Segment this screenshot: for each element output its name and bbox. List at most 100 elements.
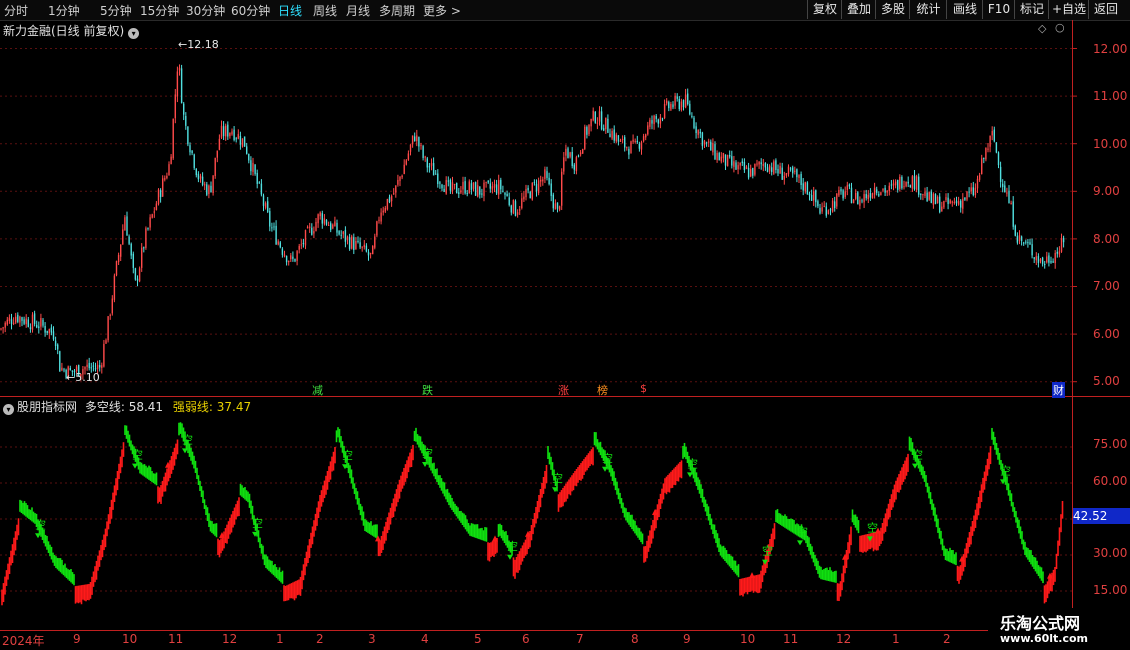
candle-body (884, 187, 886, 193)
candle-body (880, 192, 882, 195)
circle-icon[interactable]: ○ (1055, 21, 1065, 34)
adjust-button[interactable]: 复权 (807, 0, 842, 19)
short-signal-label: 空 (182, 432, 193, 446)
period-15min[interactable]: 15分钟 (140, 2, 179, 19)
down-arrow-icon (252, 531, 258, 537)
candle-body (991, 131, 993, 136)
candle-body (535, 183, 538, 192)
candle-body (766, 167, 769, 173)
period-intraday[interactable]: 分时 (4, 2, 28, 19)
candle-body (466, 193, 468, 195)
chevron-down-icon[interactable]: ▾ (128, 28, 140, 39)
event-marker[interactable]: $ (640, 382, 647, 395)
candle-body (550, 183, 552, 196)
candle-body (943, 200, 945, 208)
candle-body (838, 189, 840, 196)
draw-line-button[interactable]: 画线 (946, 0, 983, 19)
candle-body (680, 101, 683, 110)
candle-body (193, 154, 195, 169)
chevron-down-icon[interactable]: ▾ (3, 404, 14, 415)
candle-body (531, 182, 533, 200)
candle-body (147, 228, 149, 230)
period-60min[interactable]: 60分钟 (231, 2, 270, 19)
candle-body (951, 201, 953, 203)
event-marker[interactable]: 跌 (422, 382, 433, 398)
candle-body (527, 187, 529, 191)
candle-body (243, 136, 246, 147)
candle-body (1050, 260, 1052, 263)
period-multi[interactable]: 多周期 (379, 2, 415, 19)
candle-body (815, 190, 817, 203)
candle-body (689, 103, 691, 115)
period-1min[interactable]: 1分钟 (48, 2, 80, 19)
candle-body (567, 148, 569, 158)
candle-body (590, 118, 592, 127)
candle-body (976, 178, 979, 189)
period-5min[interactable]: 5分钟 (100, 2, 132, 19)
candle-body (821, 207, 823, 212)
period-weekly[interactable]: 周线 (313, 2, 337, 19)
candle-body (52, 331, 55, 340)
period-daily[interactable]: 日线 (278, 2, 302, 19)
candle-body (159, 190, 162, 198)
short-signal-label: 空 (252, 516, 263, 530)
candle-body (269, 211, 271, 227)
short-signal-label: 空 (797, 524, 808, 538)
candle-body (521, 198, 523, 209)
candle-body (760, 162, 762, 165)
candle-body (947, 197, 949, 205)
candle-body (141, 247, 143, 268)
short-signal-label: 空 (552, 471, 563, 485)
candle-body (33, 313, 36, 324)
candle-body (1012, 201, 1014, 227)
statistics-button[interactable]: 统计 (909, 0, 947, 19)
event-marker[interactable]: 财 (1052, 382, 1065, 398)
candle-body (441, 184, 443, 189)
candle-body (972, 187, 974, 196)
mark-button[interactable]: 标记 (1014, 0, 1049, 19)
candle-body (157, 189, 160, 205)
candle-body (254, 164, 256, 174)
price-tick: 6.00 (1093, 327, 1120, 341)
candle-body (1060, 238, 1063, 252)
candle-body (99, 365, 101, 368)
event-marker[interactable]: 减 (312, 382, 323, 398)
candle-body (768, 165, 771, 172)
candle-body (659, 117, 662, 124)
f10-button[interactable]: F10 (982, 0, 1015, 19)
candle-body (117, 254, 120, 263)
period-more[interactable]: 更多 > (423, 2, 461, 19)
candle-body (840, 189, 842, 191)
candle-body (747, 167, 750, 178)
candle-body (353, 237, 355, 250)
period-monthly[interactable]: 月线 (346, 2, 370, 19)
back-button[interactable]: 返回 (1088, 0, 1123, 19)
event-marker[interactable]: 榜 (597, 382, 608, 398)
candle-body (716, 152, 718, 160)
diamond-icon[interactable]: ◇ (1038, 22, 1046, 35)
candle-body (336, 222, 338, 233)
multi-stock-button[interactable]: 多股 (875, 0, 910, 19)
candle-body (120, 244, 122, 257)
candle-body (743, 162, 746, 170)
candle-body (264, 203, 267, 208)
candle-body (134, 268, 137, 280)
candle-body (378, 219, 380, 221)
price-tick: 5.00 (1093, 374, 1120, 388)
candle-body (1002, 183, 1004, 187)
candle-body (485, 181, 487, 183)
candle-body (428, 166, 431, 168)
candle-body (632, 139, 634, 142)
candle-body (1004, 185, 1006, 193)
add-watchlist-button[interactable]: +自选 (1048, 0, 1089, 19)
candle-body (989, 135, 991, 147)
candle-body (817, 201, 819, 207)
candle-body (367, 251, 370, 256)
period-30min[interactable]: 30分钟 (186, 2, 225, 19)
candle-body (227, 124, 229, 137)
overlay-button[interactable]: 叠加 (841, 0, 876, 19)
event-marker[interactable]: 涨 (558, 382, 569, 398)
candle-body (273, 226, 275, 228)
candle-body (993, 129, 995, 142)
candle-body (187, 126, 189, 145)
